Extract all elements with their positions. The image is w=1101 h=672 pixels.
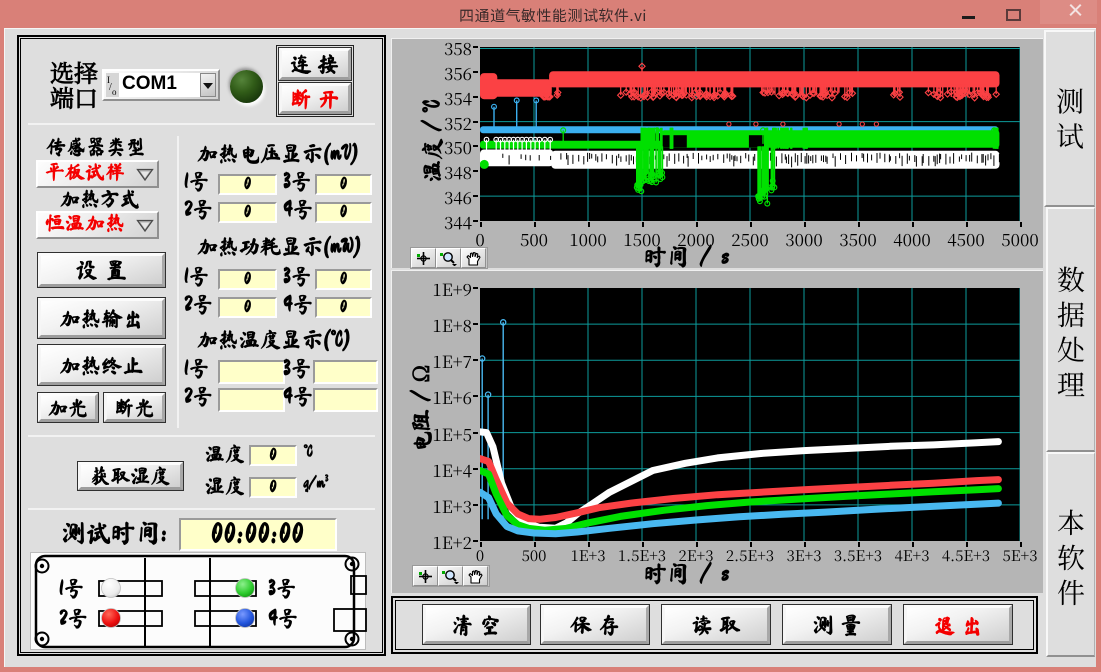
svg-text:2号: 2号: [59, 608, 88, 629]
svg-text:3号: 3号: [268, 578, 297, 599]
svg-text:4号: 4号: [268, 608, 298, 629]
svg-text:o: o: [112, 87, 117, 97]
svg-text:1号: 1号: [59, 578, 84, 599]
